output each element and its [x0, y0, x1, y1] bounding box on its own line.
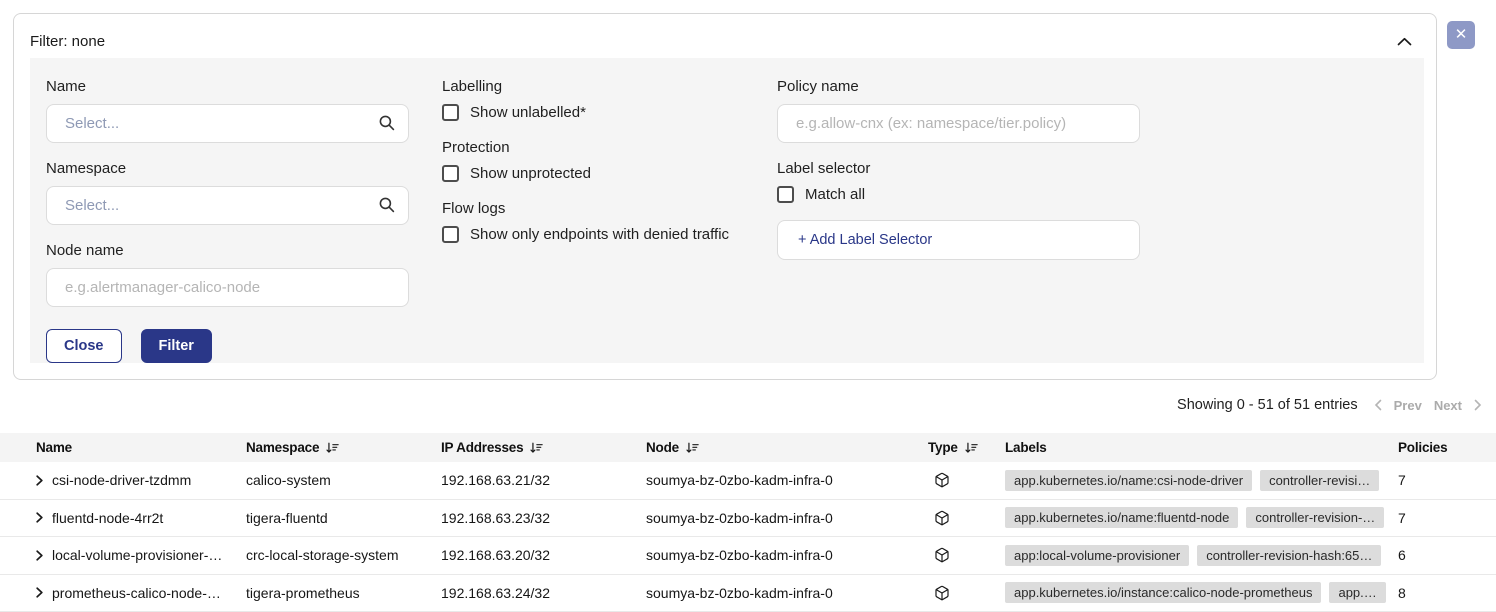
column-header-type[interactable]: Type: [928, 440, 1005, 455]
filter-column-right: Policy name Label selector Match all + A…: [777, 78, 1140, 260]
node-name-field-label: Node name: [46, 242, 409, 259]
chevron-up-icon: [1397, 37, 1412, 46]
prev-arrow-icon[interactable]: [1374, 399, 1382, 411]
labelling-section-label: Labelling: [442, 78, 782, 95]
label-badge: app.kubernetes.io/name:fluentd-node: [1005, 507, 1238, 528]
filter-panel-body: Name Namespace Node name Close Filt: [30, 58, 1424, 363]
cube-icon: [934, 547, 950, 563]
namespace-select-input[interactable]: [46, 186, 409, 225]
dismiss-panel-button[interactable]: ✕: [1447, 21, 1475, 49]
denied-traffic-checkbox[interactable]: [442, 226, 459, 243]
endpoint-node: soumya-bz-0zbo-kadm-infra-0: [646, 585, 928, 601]
column-header-namespace[interactable]: Namespace: [246, 440, 441, 455]
x-icon: ✕: [1455, 26, 1468, 43]
endpoint-ip: 192.168.63.23/32: [441, 510, 646, 526]
table-header-row: Name Namespace IP Addresses Node Type La…: [0, 433, 1496, 462]
name-field-label: Name: [46, 78, 409, 95]
endpoint-node: soumya-bz-0zbo-kadm-infra-0: [646, 510, 928, 526]
endpoint-ip: 192.168.63.20/32: [441, 547, 646, 563]
endpoint-name: fluentd-node-4rr2t: [52, 510, 163, 526]
protection-section-label: Protection: [442, 139, 782, 156]
endpoint-policies-count: 8: [1398, 585, 1496, 601]
collapse-panel-button[interactable]: [1393, 33, 1416, 50]
filter-panel: Filter: none Name Namespace: [13, 13, 1437, 380]
endpoint-namespace: tigera-prometheus: [246, 585, 441, 601]
sort-icon[interactable]: [529, 441, 543, 455]
endpoint-namespace: crc-local-storage-system: [246, 547, 441, 563]
column-header-policies[interactable]: Policies: [1398, 440, 1496, 455]
policy-name-field-label: Policy name: [777, 78, 1140, 95]
prev-button[interactable]: Prev: [1394, 398, 1422, 413]
close-button[interactable]: Close: [46, 329, 122, 363]
entries-summary: Showing 0 - 51 of 51 entries: [1177, 397, 1358, 413]
label-badge: app.kubernetes.io/instance:calico-node-p…: [1005, 582, 1321, 603]
expand-row-button[interactable]: [36, 550, 43, 561]
endpoint-name: prometheus-calico-node-…: [52, 585, 221, 601]
label-badge: app.…: [1329, 582, 1385, 603]
cube-icon: [934, 585, 950, 601]
endpoint-name: local-volume-provisioner-…: [52, 547, 222, 563]
table-row[interactable]: csi-node-driver-tzdmm calico-system 192.…: [0, 462, 1496, 500]
show-unprotected-checkbox[interactable]: [442, 165, 459, 182]
column-header-name[interactable]: Name: [0, 440, 246, 455]
endpoint-policies-count: 6: [1398, 547, 1496, 563]
show-unprotected-label: Show unprotected: [470, 165, 591, 182]
endpoint-node: soumya-bz-0zbo-kadm-infra-0: [646, 472, 928, 488]
expand-row-button[interactable]: [36, 587, 43, 598]
label-badge: controller-revision-…: [1246, 507, 1384, 528]
chevron-right-icon: [36, 512, 43, 523]
column-header-node[interactable]: Node: [646, 440, 928, 455]
add-label-selector-button[interactable]: + Add Label Selector: [777, 220, 1140, 260]
sort-icon[interactable]: [325, 441, 339, 455]
label-badge: controller-revision-hash:65…: [1197, 545, 1381, 566]
chevron-right-icon: [36, 475, 43, 486]
label-selector-section-label: Label selector: [777, 160, 1140, 177]
endpoint-node: soumya-bz-0zbo-kadm-infra-0: [646, 547, 928, 563]
filter-panel-header: Filter: none: [30, 27, 1416, 55]
table-row[interactable]: fluentd-node-4rr2t tigera-fluentd 192.16…: [0, 500, 1496, 538]
cube-icon: [934, 510, 950, 526]
endpoint-ip: 192.168.63.24/32: [441, 585, 646, 601]
table-row[interactable]: prometheus-calico-node-… tigera-promethe…: [0, 575, 1496, 612]
filter-column-middle: Labelling Show unlabelled* Protection Sh…: [442, 78, 782, 261]
endpoint-ip: 192.168.63.21/32: [441, 472, 646, 488]
filter-column-left: Name Namespace Node name Close Filt: [46, 78, 409, 363]
match-all-label: Match all: [805, 186, 865, 203]
namespace-field-label: Namespace: [46, 160, 409, 177]
endpoint-policies-count: 7: [1398, 472, 1496, 488]
flow-logs-section-label: Flow logs: [442, 200, 782, 217]
denied-traffic-label: Show only endpoints with denied traffic: [470, 226, 729, 243]
expand-row-button[interactable]: [36, 475, 43, 486]
cube-icon: [934, 472, 950, 488]
label-badge: controller-revisi…: [1260, 470, 1379, 491]
endpoint-name: csi-node-driver-tzdmm: [52, 472, 191, 488]
sort-icon[interactable]: [964, 441, 978, 455]
policy-name-input[interactable]: [777, 104, 1140, 143]
expand-row-button[interactable]: [36, 512, 43, 523]
filter-button[interactable]: Filter: [141, 329, 212, 363]
node-name-input[interactable]: [46, 268, 409, 307]
name-select-input[interactable]: [46, 104, 409, 143]
endpoint-policies-count: 7: [1398, 510, 1496, 526]
column-header-labels[interactable]: Labels: [1005, 440, 1398, 455]
table-row[interactable]: local-volume-provisioner-… crc-local-sto…: [0, 537, 1496, 575]
label-badge: app:local-volume-provisioner: [1005, 545, 1189, 566]
chevron-right-icon: [36, 550, 43, 561]
endpoint-namespace: tigera-fluentd: [246, 510, 441, 526]
show-unlabelled-checkbox[interactable]: [442, 104, 459, 121]
label-badge: app.kubernetes.io/name:csi-node-driver: [1005, 470, 1252, 491]
filter-panel-title: Filter: none: [30, 33, 105, 50]
endpoint-namespace: calico-system: [246, 472, 441, 488]
show-unlabelled-label: Show unlabelled*: [470, 104, 586, 121]
chevron-right-icon: [36, 587, 43, 598]
column-header-ip-addresses[interactable]: IP Addresses: [441, 440, 646, 455]
pagination: Showing 0 - 51 of 51 entries Prev Next: [1177, 397, 1482, 413]
sort-icon[interactable]: [685, 441, 699, 455]
next-button[interactable]: Next: [1434, 398, 1462, 413]
match-all-checkbox[interactable]: [777, 186, 794, 203]
next-arrow-icon[interactable]: [1474, 399, 1482, 411]
endpoints-table: Name Namespace IP Addresses Node Type La…: [0, 433, 1496, 612]
